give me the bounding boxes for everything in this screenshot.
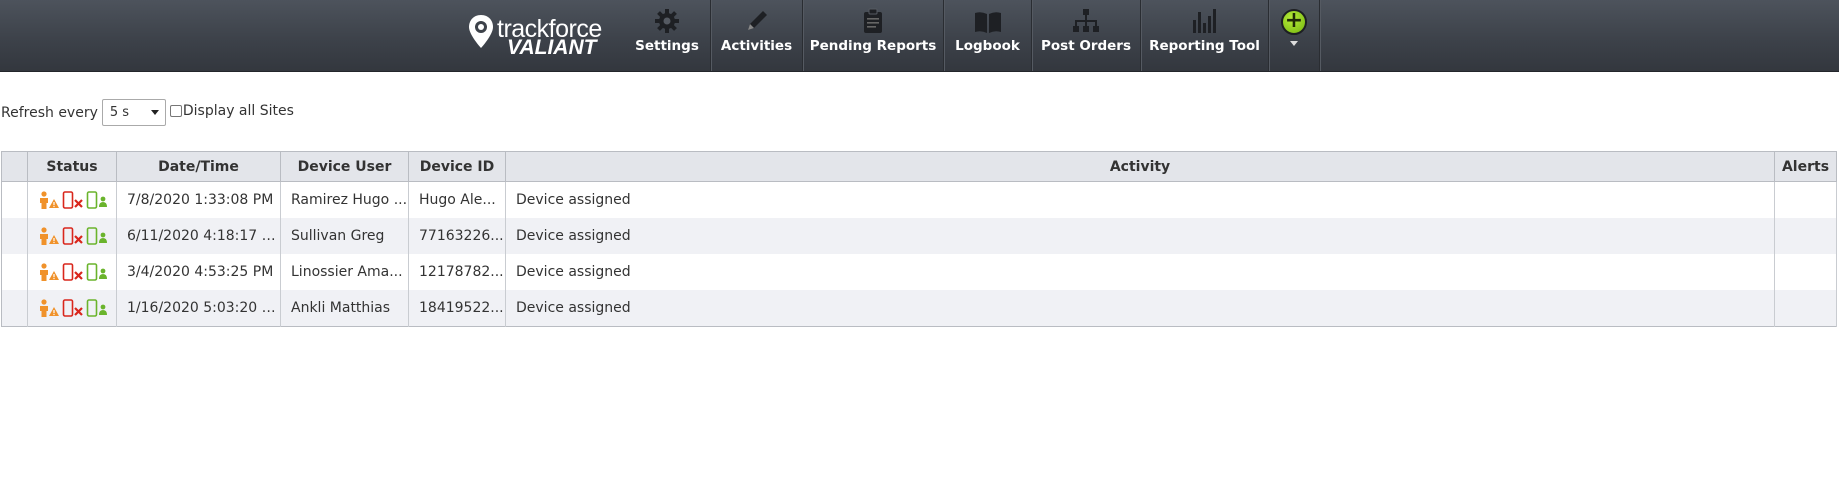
main-nav: Settings Activities Pending Reports Logb… bbox=[624, 0, 1320, 71]
datetime-cell: 7/8/2020 1:33:08 PM bbox=[116, 181, 281, 218]
nav-pending-reports[interactable]: Pending Reports bbox=[803, 0, 944, 71]
device-user-ok-icon bbox=[86, 191, 107, 209]
device-error-icon bbox=[62, 227, 83, 245]
refresh-label: Refresh every bbox=[1, 104, 98, 121]
nav-reporting-tool[interactable]: Reporting Tool bbox=[1141, 0, 1269, 71]
chevron-down-icon[interactable] bbox=[1290, 41, 1298, 46]
col-header-device-user[interactable]: Device User bbox=[280, 151, 409, 182]
col-header-activity[interactable]: Activity bbox=[505, 151, 1775, 182]
user-warning-icon bbox=[40, 263, 59, 281]
location-pin-icon bbox=[469, 15, 493, 48]
activity-table: Status Date/Time Device User Device ID A… bbox=[1, 151, 1837, 327]
col-header-select bbox=[1, 151, 28, 182]
device-error-icon bbox=[62, 299, 83, 317]
datetime-cell: 6/11/2020 4:18:17 PM bbox=[116, 218, 281, 254]
nav-label-post-orders: Post Orders bbox=[1040, 38, 1131, 54]
datetime-cell: 1/16/2020 5:03:20 PM bbox=[116, 290, 281, 327]
status-cell bbox=[27, 218, 117, 254]
nav-activities[interactable]: Activities bbox=[711, 0, 803, 71]
row-select-cell bbox=[1, 181, 28, 218]
alerts-cell bbox=[1774, 218, 1837, 254]
refresh-controls: Refresh every 5 s Display all Sites bbox=[1, 99, 294, 126]
nav-post-orders[interactable]: Post Orders bbox=[1032, 0, 1141, 71]
nav-label-logbook: Logbook bbox=[955, 38, 1020, 54]
device-user-ok-icon bbox=[86, 227, 107, 245]
pencil-icon bbox=[747, 11, 767, 30]
table-row[interactable]: 7/8/2020 1:33:08 PM Ramirez Hugo ... Hugo … bbox=[1, 181, 1837, 218]
device-user-ok-icon bbox=[86, 263, 107, 281]
nav-add-menu[interactable]: + bbox=[1269, 0, 1320, 71]
col-header-status[interactable]: Status bbox=[27, 151, 117, 182]
device-id-cell: 12178782... bbox=[408, 254, 506, 290]
row-select-cell bbox=[1, 254, 28, 290]
gear-icon bbox=[655, 9, 679, 33]
device-user-ok-icon bbox=[86, 299, 107, 317]
plus-icon[interactable]: + bbox=[1281, 8, 1307, 35]
refresh-interval-value: 5 s bbox=[109, 105, 130, 120]
display-all-sites-checkbox[interactable] bbox=[169, 104, 182, 117]
user-warning-icon bbox=[40, 191, 59, 209]
col-header-datetime[interactable]: Date/Time bbox=[116, 151, 281, 182]
status-icons bbox=[38, 263, 116, 281]
alerts-cell bbox=[1774, 254, 1837, 290]
logo-text-valiant: VALIANT bbox=[507, 36, 597, 59]
trackforce-logo[interactable]: trackforce VALIANT bbox=[467, 14, 607, 60]
clipboard-icon bbox=[864, 8, 882, 33]
table-row[interactable]: 1/16/2020 5:03:20 PM Ankli Matthias 184195… bbox=[1, 290, 1837, 327]
activity-cell: Device assigned bbox=[505, 181, 1775, 218]
top-nav-bar: trackforce VALIANT Settings Activities P… bbox=[0, 0, 1839, 72]
col-header-alerts[interactable]: Alerts bbox=[1774, 151, 1837, 182]
status-icons bbox=[38, 191, 116, 209]
display-all-sites-label[interactable]: Display all Sites bbox=[183, 103, 294, 119]
status-cell bbox=[27, 254, 117, 290]
activity-cell: Device assigned bbox=[505, 290, 1775, 327]
activity-cell: Device assigned bbox=[505, 218, 1775, 254]
status-cell bbox=[27, 290, 117, 327]
datetime-cell: 3/4/2020 4:53:25 PM bbox=[116, 254, 281, 290]
status-cell bbox=[27, 181, 117, 218]
alerts-cell bbox=[1774, 181, 1837, 218]
nav-logbook[interactable]: Logbook bbox=[944, 0, 1032, 71]
user-warning-icon bbox=[40, 227, 59, 245]
book-icon bbox=[974, 12, 1001, 33]
nav-label-activities: Activities bbox=[720, 38, 793, 54]
user-warning-icon bbox=[40, 299, 59, 317]
device-id-cell: Hugo Ale... bbox=[408, 181, 506, 218]
chevron-down-icon bbox=[150, 110, 159, 115]
table-row[interactable]: 3/4/2020 4:53:25 PM Linossier Ama... 12178… bbox=[1, 254, 1837, 290]
device-error-icon bbox=[62, 263, 83, 281]
device-user-cell: Ramirez Hugo ... bbox=[280, 181, 409, 218]
status-icons bbox=[38, 227, 116, 245]
status-icons bbox=[38, 299, 116, 317]
bar-chart-icon bbox=[1192, 9, 1216, 33]
nav-settings[interactable]: Settings bbox=[624, 0, 711, 71]
nav-label-pending-reports: Pending Reports bbox=[809, 38, 937, 54]
table-row[interactable]: 6/11/2020 4:18:17 PM Sullivan Greg 7716322… bbox=[1, 218, 1837, 254]
org-chart-icon bbox=[1073, 9, 1099, 32]
nav-label-reporting-tool: Reporting Tool bbox=[1149, 38, 1260, 54]
device-error-icon bbox=[62, 191, 83, 209]
refresh-interval-select[interactable]: 5 s bbox=[101, 99, 166, 126]
activity-cell: Device assigned bbox=[505, 254, 1775, 290]
table-header-row: Status Date/Time Device User Device ID A… bbox=[1, 151, 1837, 182]
alerts-cell bbox=[1774, 290, 1837, 327]
row-select-cell bbox=[1, 218, 28, 254]
device-id-cell: 18419522... bbox=[408, 290, 506, 327]
row-select-cell bbox=[1, 290, 28, 327]
col-header-device-id[interactable]: Device ID bbox=[408, 151, 506, 182]
device-user-cell: Ankli Matthias bbox=[280, 290, 409, 327]
nav-label-settings: Settings bbox=[635, 38, 699, 54]
device-user-cell: Sullivan Greg bbox=[280, 218, 409, 254]
device-user-cell: Linossier Ama... bbox=[280, 254, 409, 290]
device-id-cell: 77163226... bbox=[408, 218, 506, 254]
